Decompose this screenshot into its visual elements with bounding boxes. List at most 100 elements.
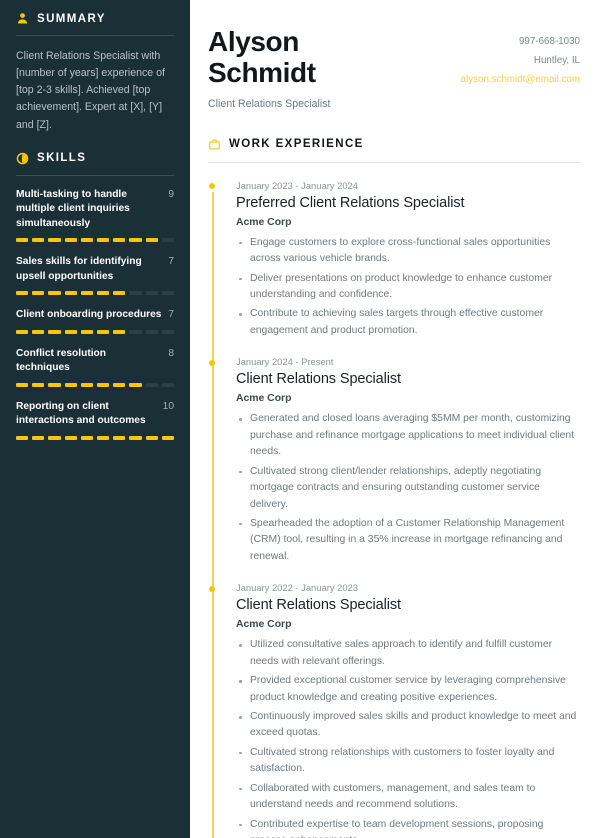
skill-dash <box>113 291 126 296</box>
skill-dash <box>32 382 45 387</box>
skill-dash <box>161 329 175 334</box>
contact-block: 997-668-1030 Huntley, IL alyson.schmidt@… <box>461 26 580 110</box>
skill-name: Multi-tasking to handle multiple client … <box>16 188 130 229</box>
skill-dash <box>129 382 142 387</box>
skill-rating-bar <box>16 291 175 296</box>
skill-score: 10 <box>162 400 174 412</box>
job-bullets: Generated and closed loans averaging $5M… <box>236 411 580 565</box>
skills-header: SKILLS <box>16 152 174 165</box>
skill-dash <box>97 329 110 334</box>
sidebar: SUMMARY Client Relations Specialist with… <box>0 0 190 838</box>
skill-dash <box>32 238 45 243</box>
skill-dash <box>161 238 175 243</box>
job-bullet: Continuously improved sales skills and p… <box>236 709 580 742</box>
skill-item: Conflict resolution techniques 8 <box>16 347 175 387</box>
skill-dash <box>113 382 126 387</box>
skill-dash <box>64 238 77 243</box>
skill-row: Sales skills for identifying upsell oppo… <box>16 255 174 284</box>
job-entry: January 2023 - January 2024 Preferred Cli… <box>208 180 580 340</box>
first-name: Alyson <box>208 26 299 57</box>
skill-dash <box>161 435 175 440</box>
skill-dash <box>48 329 61 334</box>
skill-dash <box>48 238 61 243</box>
skill-name: Reporting on client interactions and out… <box>16 400 146 427</box>
timeline-dot <box>208 585 215 592</box>
skill-dash <box>32 435 45 440</box>
skill-dash <box>64 382 77 387</box>
skill-dash <box>97 291 110 296</box>
skill-dash <box>48 291 61 296</box>
job-company: Acme Corp <box>236 393 292 405</box>
work-timeline: January 2023 - January 2024 Preferred Cli… <box>208 180 580 838</box>
job-bullet: Collaborated with customers, management,… <box>236 781 580 814</box>
job-bullet: Contributed expertise to team developmen… <box>236 817 580 838</box>
skill-rating-bar <box>16 329 175 334</box>
skill-dash <box>48 435 61 440</box>
skill-dash <box>64 291 77 296</box>
name-group: Alyson Schmidt Client Relations Speciali… <box>208 26 330 110</box>
job-bullet: Cultivated strong client/lender relation… <box>236 464 580 513</box>
timeline-dot <box>208 183 215 190</box>
skills-section: SKILLS Multi-tasking to handle multiple … <box>16 152 175 440</box>
skill-dash <box>145 435 158 440</box>
skill-dash <box>16 238 29 243</box>
job-bullet: Utilized consultative sales approach to … <box>236 637 580 670</box>
job-bullets: Engage customers to explore cross-functi… <box>236 235 580 340</box>
summary-title: SUMMARY <box>37 12 106 25</box>
skill-dash <box>16 329 29 334</box>
skill-dash <box>80 291 94 296</box>
jobs-list: January 2023 - January 2024 Preferred Cli… <box>208 180 580 838</box>
skill-row: Multi-tasking to handle multiple client … <box>16 188 174 231</box>
job-date: January 2024 - Present <box>236 356 334 368</box>
skill-dash <box>80 382 94 387</box>
skill-dash <box>48 382 61 387</box>
work-experience-divider <box>208 161 580 163</box>
skill-dash <box>16 291 29 296</box>
skill-dash <box>16 382 29 387</box>
work-experience-title: WORK EXPERIENCE <box>229 138 364 151</box>
job-title: Preferred Client Relations Specialist <box>236 194 465 211</box>
work-experience-header: WORK EXPERIENCE <box>208 138 580 151</box>
skill-item: Client onboarding procedures 7 <box>16 308 175 334</box>
job-entry: January 2024 - Present Client Relations S… <box>208 356 580 565</box>
skill-dash <box>113 329 126 334</box>
skill-dash <box>64 435 77 440</box>
skill-dash <box>129 435 142 440</box>
skill-rating-bar <box>16 435 175 440</box>
skill-score: 7 <box>168 256 174 268</box>
summary-divider <box>16 35 174 36</box>
last-name: Schmidt <box>208 57 316 89</box>
skill-name: Conflict resolution techniques <box>16 347 106 374</box>
skill-dash <box>80 238 94 243</box>
gauge-icon <box>16 152 29 165</box>
job-entry: January 2022 - January 2023 Client Relati… <box>208 582 580 838</box>
job-bullets: Utilized consultative sales approach to … <box>236 637 580 838</box>
skill-name: Sales skills for identifying upsell oppo… <box>16 256 142 282</box>
skill-dash <box>145 329 158 334</box>
skill-rating-bar <box>16 382 175 387</box>
timeline-line <box>212 191 214 838</box>
email-link[interactable]: alyson.schmidt@email.com <box>461 70 580 89</box>
skill-dash <box>80 435 94 440</box>
skill-dash <box>80 329 94 334</box>
skill-row: Client onboarding procedures 7 <box>16 308 174 322</box>
briefcase-icon <box>208 138 221 151</box>
skill-item: Multi-tasking to handle multiple client … <box>16 188 175 243</box>
skills-title: SKILLS <box>37 152 87 165</box>
skill-dash <box>145 291 158 296</box>
job-title: Client Relations Specialist <box>236 371 401 388</box>
job-subtitle: Client Relations Specialist <box>208 97 331 110</box>
timeline-dot <box>208 359 215 366</box>
skill-score: 8 <box>168 347 174 359</box>
resume-page: SUMMARY Client Relations Specialist with… <box>0 0 594 838</box>
summary-text: Client Relations Specialist with [number… <box>16 50 165 131</box>
skill-score: 9 <box>168 188 174 200</box>
skill-dash <box>16 435 29 440</box>
job-bullet: Engage customers to explore cross-functi… <box>236 235 580 268</box>
header-block: Alyson Schmidt Client Relations Speciali… <box>208 0 580 110</box>
summary-header: SUMMARY <box>16 12 174 25</box>
full-name: Alyson Schmidt <box>208 26 330 89</box>
skill-score: 7 <box>168 309 174 321</box>
skill-row: Conflict resolution techniques 8 <box>16 347 174 376</box>
main-content: Alyson Schmidt Client Relations Speciali… <box>190 0 594 838</box>
